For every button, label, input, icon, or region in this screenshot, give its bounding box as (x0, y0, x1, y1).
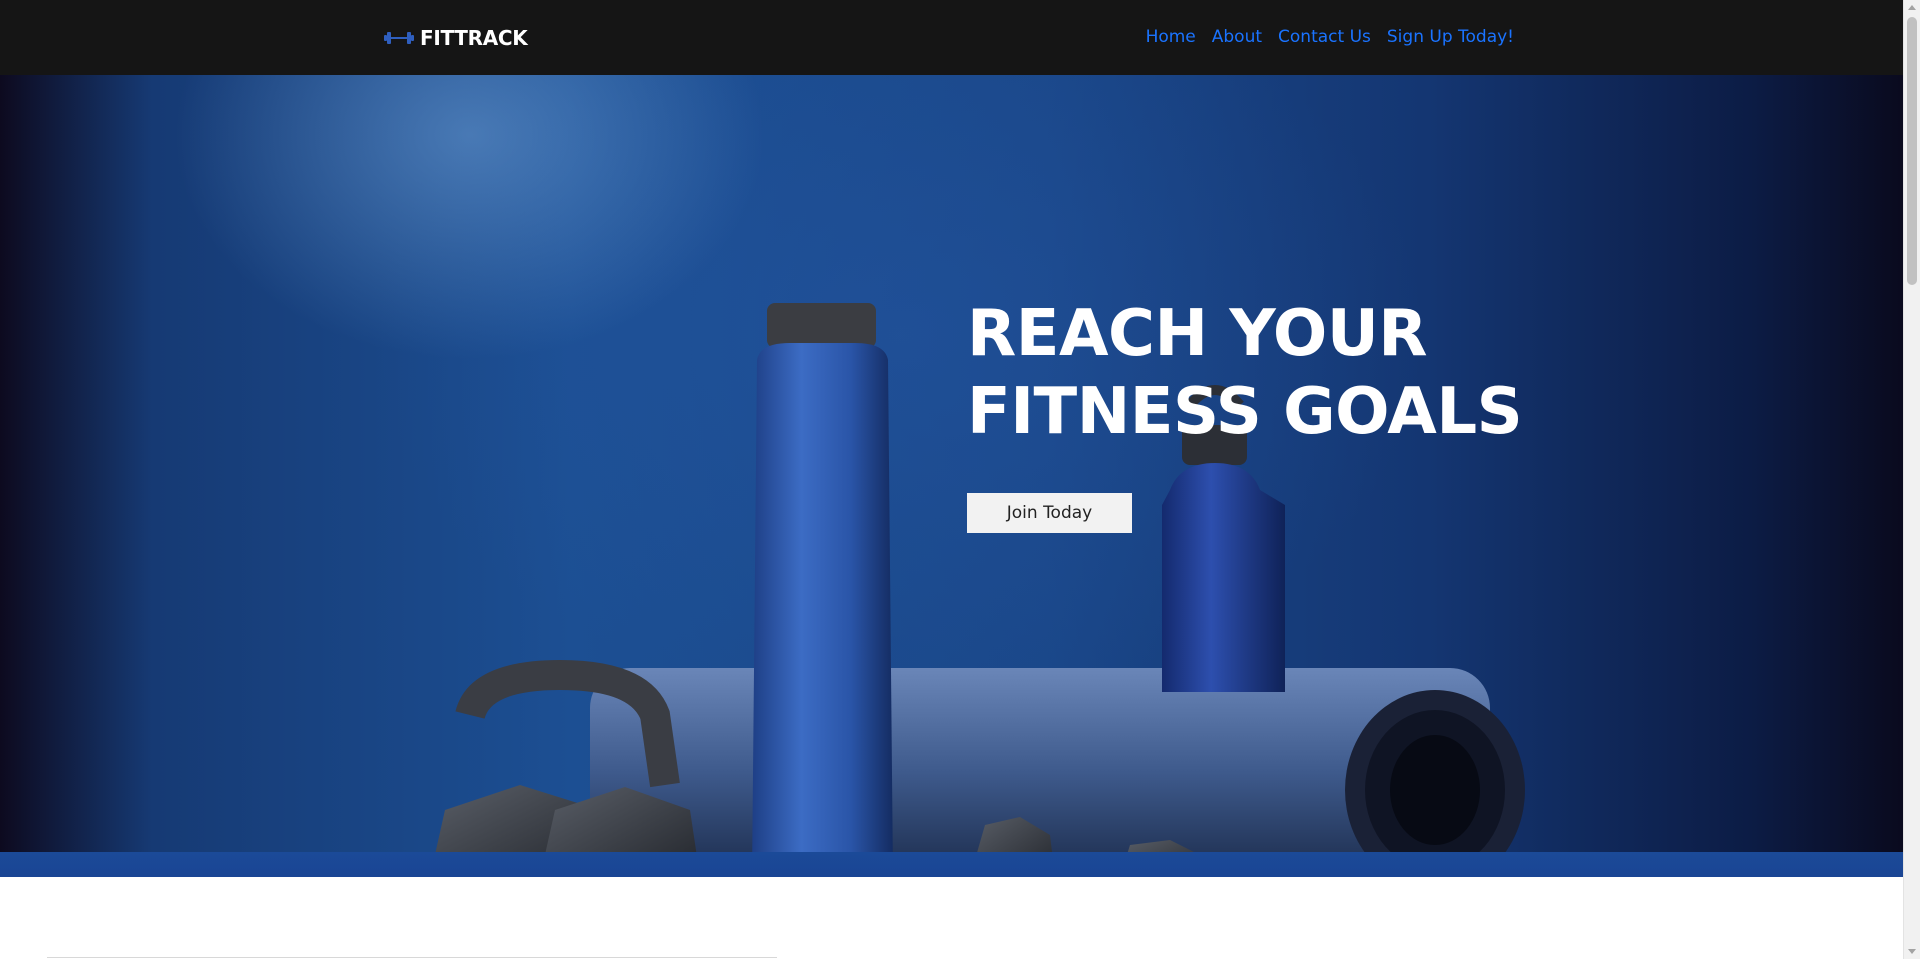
brand-name: FITTRACK (420, 26, 528, 50)
nav-menu: Home About Contact Us Sign Up Today! (1146, 24, 1514, 50)
nav-link-sign-up[interactable]: Sign Up Today! (1387, 27, 1514, 47)
page: FITTRACK Home About Contact Us Sign Up T… (0, 0, 1903, 959)
scroll-down-arrow-icon[interactable] (1908, 949, 1916, 954)
nav-item-about: About (1212, 24, 1262, 50)
hero-title-line-2: FITNESS GOALS (967, 375, 1523, 449)
nav-link-home[interactable]: Home (1146, 27, 1196, 47)
nav-link-about[interactable]: About (1212, 27, 1262, 47)
scroll-up-arrow-icon[interactable] (1908, 5, 1916, 10)
navbar: FITTRACK Home About Contact Us Sign Up T… (0, 0, 1903, 75)
hero-floor (0, 852, 1903, 877)
hero-section: REACH YOUR FITNESS GOALS Join Today (0, 75, 1903, 877)
hero-title: REACH YOUR FITNESS GOALS (967, 295, 1527, 451)
nav-link-contact-us[interactable]: Contact Us (1278, 27, 1371, 47)
brand-logo-link[interactable]: FITTRACK (384, 22, 528, 54)
nav-item-contact: Contact Us (1278, 24, 1371, 50)
join-today-button[interactable]: Join Today (967, 493, 1132, 533)
dumbbell-icon (384, 32, 414, 44)
vertical-scrollbar[interactable] (1903, 0, 1920, 959)
hero-background-image (430, 303, 1525, 877)
next-section-divider (47, 957, 777, 958)
hero-title-line-1: REACH YOUR (967, 297, 1428, 371)
nav-item-home: Home (1146, 24, 1196, 50)
scrollbar-thumb[interactable] (1907, 17, 1917, 285)
nav-item-signup: Sign Up Today! (1387, 24, 1514, 50)
